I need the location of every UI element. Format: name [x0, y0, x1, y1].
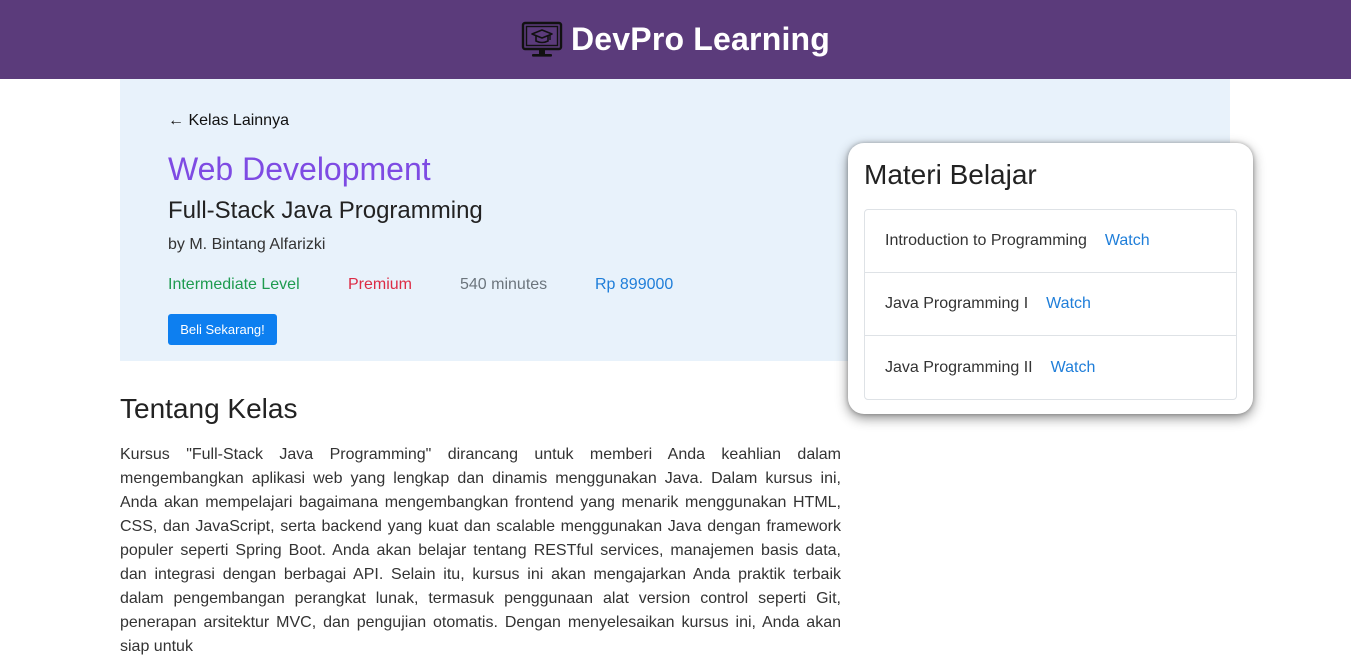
course-author: by M. Bintang Alfarizki	[168, 236, 326, 253]
about-description: Kursus "Full-Stack Java Programming" dir…	[120, 446, 841, 655]
course-duration: 540 minutes	[460, 276, 548, 293]
back-to-classes-link[interactable]: ← Kelas Lainnya	[168, 112, 289, 130]
computer-graduation-cap-icon	[521, 21, 563, 57]
list-item: Java Programming I Watch	[865, 273, 1236, 336]
course-title: Full-Stack Java Programming	[168, 197, 483, 224]
brand[interactable]: DevPro Learning	[521, 21, 830, 59]
lesson-title: Java Programming II	[885, 358, 1033, 376]
top-navbar: DevPro Learning	[0, 0, 1351, 79]
watch-link[interactable]: Watch	[1105, 232, 1150, 250]
list-item: Introduction to Programming Watch	[865, 210, 1236, 273]
buy-now-button[interactable]: Beli Sekarang!	[168, 314, 277, 345]
course-tier-badge: Premium	[348, 276, 413, 293]
course-meta: Intermediate Level Premium 540 minutes R…	[168, 276, 673, 294]
course-level: Intermediate Level	[168, 276, 300, 293]
watch-link[interactable]: Watch	[1046, 295, 1091, 313]
materials-list: Introduction to Programming Watch Java P…	[864, 209, 1237, 400]
about-heading: Tentang Kelas	[120, 393, 298, 424]
list-item: Java Programming II Watch	[865, 336, 1236, 399]
lesson-title: Java Programming I	[885, 295, 1029, 312]
materials-title: Materi Belajar	[864, 159, 1037, 190]
course-materials-card: Materi Belajar Introduction to Programmi…	[848, 143, 1253, 414]
brand-name: DevPro Learning	[570, 21, 831, 57]
course-category: Web Development	[168, 151, 431, 187]
lesson-title: Introduction to Programming	[885, 232, 1087, 249]
course-price: Rp 899000	[595, 276, 674, 293]
watch-link[interactable]: Watch	[1051, 359, 1096, 377]
